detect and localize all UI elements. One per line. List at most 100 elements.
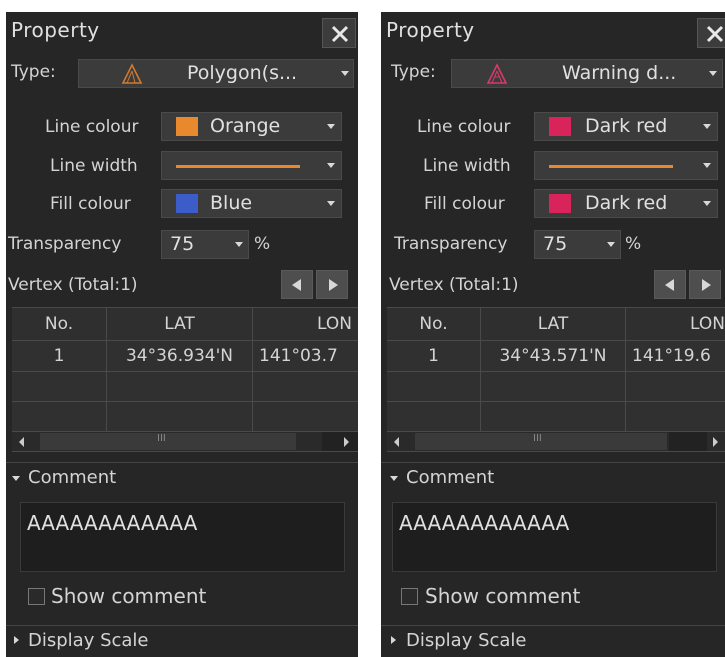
chevron-down-icon <box>327 124 335 129</box>
collapsed-caret-icon <box>391 636 396 644</box>
dark-red-swatch <box>549 194 571 213</box>
line-colour-value: Dark red <box>585 115 668 137</box>
line-colour-dropdown[interactable]: Dark red <box>534 112 718 141</box>
line-width-dropdown[interactable] <box>534 151 718 180</box>
show-comment-checkbox[interactable] <box>28 588 45 605</box>
table-cell-lon[interactable]: 141°19.6 <box>626 341 725 372</box>
column-header-no[interactable]: No. <box>387 308 481 341</box>
table-empty-cell <box>12 372 107 402</box>
chevron-down-icon <box>607 242 615 247</box>
dark-red-swatch <box>549 117 571 136</box>
panel-title: Property <box>386 18 475 42</box>
comment-label: Comment <box>28 467 117 488</box>
column-header-no[interactable]: No. <box>12 308 107 341</box>
panel-title: Property <box>11 18 100 42</box>
close-icon <box>331 25 349 43</box>
table-cell-lat[interactable]: 34°43.571'N <box>481 341 626 372</box>
table-empty-cell <box>481 372 626 402</box>
table-cell-lon[interactable]: 141°03.7 <box>253 341 358 372</box>
table-empty-cell <box>481 402 626 433</box>
prev-vertex-button[interactable] <box>281 270 313 299</box>
fill-colour-value: Dark red <box>585 192 668 214</box>
line-colour-dropdown[interactable]: Orange <box>161 112 342 141</box>
close-button[interactable] <box>697 18 725 48</box>
table-cell-no[interactable]: 1 <box>12 341 107 372</box>
comment-textbox[interactable]: AAAAAAAAAAAA <box>20 502 345 572</box>
prev-vertex-button[interactable] <box>654 270 686 299</box>
triangle-right-icon <box>329 279 338 291</box>
chevron-down-icon <box>703 163 711 168</box>
type-dropdown[interactable]: Warning d... <box>451 59 723 88</box>
fill-colour-dropdown[interactable]: Blue <box>161 189 342 218</box>
property-panel-right: Property Type: Warning d... Line colour … <box>381 12 725 657</box>
fill-colour-label: Fill colour <box>424 194 505 214</box>
transparency-label: Transparency <box>394 234 508 254</box>
column-header-lat[interactable]: LAT <box>107 308 253 341</box>
line-colour-value: Orange <box>210 115 281 137</box>
scroll-right-icon[interactable] <box>713 437 718 447</box>
show-comment-checkbox[interactable] <box>401 588 418 605</box>
line-colour-label: Line colour <box>45 117 139 137</box>
table-empty-cell <box>107 402 253 433</box>
chevron-down-icon <box>703 124 711 129</box>
display-scale-label: Display Scale <box>406 630 527 651</box>
scroll-grip: III <box>533 433 542 444</box>
vertex-label: Vertex (Total:1) <box>389 275 519 295</box>
line-width-sample <box>549 165 673 168</box>
table-cell-lat[interactable]: 34°36.934'N <box>107 341 253 372</box>
fill-colour-dropdown[interactable]: Dark red <box>534 189 718 218</box>
column-header-lon[interactable]: LON <box>626 308 725 341</box>
chevron-down-icon <box>327 201 335 206</box>
scroll-right-icon[interactable] <box>344 437 349 447</box>
scroll-left-icon[interactable] <box>394 437 399 447</box>
horizontal-scrollbar[interactable]: III <box>12 431 358 452</box>
transparency-dropdown[interactable]: 75 <box>534 230 621 259</box>
transparency-label: Transparency <box>8 234 122 254</box>
table-empty-cell <box>253 402 358 433</box>
table-empty-cell <box>253 372 358 402</box>
scroll-thumb[interactable] <box>40 433 296 450</box>
fill-colour-label: Fill colour <box>50 194 131 214</box>
type-label: Type: <box>391 62 436 82</box>
type-dropdown[interactable]: Polygon(s... <box>78 59 354 88</box>
next-vertex-button[interactable] <box>316 270 348 299</box>
next-vertex-button[interactable] <box>689 270 721 299</box>
transparency-dropdown[interactable]: 75 <box>161 230 249 259</box>
collapsed-caret-icon <box>14 636 19 644</box>
show-comment-label[interactable]: Show comment <box>51 584 206 608</box>
polygon-type-icon <box>121 63 143 84</box>
table-empty-cell <box>387 372 481 402</box>
expanded-caret-icon <box>12 476 20 481</box>
fill-colour-value: Blue <box>210 192 253 214</box>
scroll-track <box>322 432 358 451</box>
table-empty-cell <box>387 402 481 433</box>
chevron-down-icon <box>703 201 711 206</box>
comment-text: AAAAAAAAAAAA <box>27 511 198 535</box>
column-header-lat[interactable]: LAT <box>481 308 626 341</box>
comment-textbox[interactable]: AAAAAAAAAAAA <box>392 502 717 572</box>
column-header-lon[interactable]: LON <box>253 308 358 341</box>
comment-label: Comment <box>406 467 495 488</box>
triangle-right-icon <box>702 279 711 291</box>
close-button[interactable] <box>322 18 356 48</box>
transparency-value: 75 <box>170 233 195 255</box>
vertex-table: No. LAT LON 1 34°36.934'N 141°03.7 <box>12 307 358 433</box>
comment-section-header[interactable]: Comment <box>381 462 725 492</box>
property-panel-left: Property Type: Polygon(s... Line colour … <box>6 12 358 657</box>
expanded-caret-icon <box>390 476 398 481</box>
table-cell-no[interactable]: 1 <box>387 341 481 372</box>
vertex-table: No. LAT LON 1 34°43.571'N 141°19.6 <box>387 307 725 433</box>
line-width-dropdown[interactable] <box>161 151 342 180</box>
scroll-left-icon[interactable] <box>19 437 24 447</box>
type-value: Warning d... <box>562 62 677 84</box>
comment-text: AAAAAAAAAAAA <box>399 511 570 535</box>
horizontal-scrollbar[interactable]: III <box>387 431 725 452</box>
show-comment-label[interactable]: Show comment <box>425 584 580 608</box>
line-width-sample <box>176 165 300 168</box>
display-scale-section-header[interactable]: Display Scale <box>381 625 725 655</box>
transparency-unit: % <box>254 234 271 254</box>
display-scale-section-header[interactable]: Display Scale <box>6 625 358 655</box>
comment-section-header[interactable]: Comment <box>6 462 358 492</box>
triangle-left-icon <box>292 279 301 291</box>
chevron-down-icon <box>709 71 717 76</box>
